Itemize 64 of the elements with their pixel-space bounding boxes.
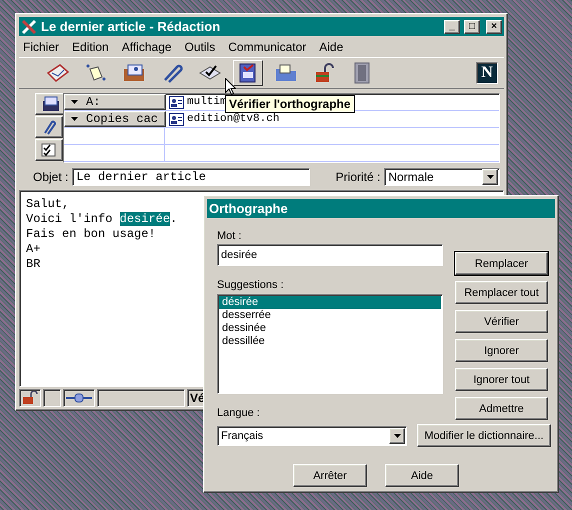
dialog-button[interactable]: Vérifier [455,310,548,333]
body-line: BR [26,257,40,272]
card-file-icon [42,96,60,112]
address-book-icon [122,63,146,83]
logo: N [476,62,498,84]
dialog-button[interactable]: Ignorer tout [455,368,548,391]
status-panel [43,389,61,407]
tooltip: Vérifier l'orthographe [225,95,355,113]
subject-field[interactable]: Le dernier article [72,168,310,186]
contact-card-icon [169,112,184,126]
priority-label: Priorité : [336,170,380,184]
word-field[interactable]: desirée [217,244,443,266]
word-label: Mot : [217,230,242,242]
menu-item[interactable]: Edition [72,40,109,54]
suggestion-item[interactable]: désirée [219,296,441,309]
suggestions-label: Suggestions : [217,279,284,291]
dialog-title: Orthographe [209,201,289,216]
caret-icon [394,434,400,438]
dialog-button[interactable]: Admettre [455,397,548,420]
checklist-icon [40,142,58,158]
field-type-dropdown[interactable]: Copies cac [64,111,166,127]
language-label: Langue : [217,407,260,419]
body-line: Voici l'info desirée. [26,212,178,227]
address-tab[interactable] [35,116,63,138]
folder-icon [274,63,298,83]
caret-icon [71,117,78,121]
menu-item[interactable]: Outils [184,40,216,54]
menu-item[interactable]: Affichage [122,40,172,54]
maximize-button[interactable]: □ [464,20,480,34]
window-title: Le dernier article - Rédaction [41,19,222,34]
toolbar-button[interactable] [233,60,263,86]
suggestion-item[interactable]: desserrée [219,309,441,322]
padlock-icon [313,63,335,83]
body-line: Fais en bon usage! [26,227,156,242]
edit-dictionary-button[interactable]: Modifier le dictionnaire... [417,424,551,447]
quote-document-icon [84,63,108,83]
suggestion-item[interactable]: dessillée [219,335,441,348]
contact-card-icon [169,96,184,108]
menu-item[interactable]: Fichier [23,40,60,54]
menu-item[interactable]: Communicator [228,40,306,54]
body-line: A+ [26,242,40,257]
menu-item[interactable]: Aide [319,40,344,54]
connection-plug-icon [66,393,92,403]
dialog-button[interactable]: Remplacer tout [455,281,548,304]
dialog-button[interactable]: Remplacer [455,252,548,275]
priority-dropdown[interactable]: Normale [384,168,500,186]
close-button[interactable]: × [486,20,502,34]
language-dropdown[interactable]: Français [217,426,407,446]
caret-icon [71,100,78,104]
paperclip-icon [42,119,56,135]
suggestion-item[interactable]: dessinée [219,322,441,335]
padlock-icon [22,391,38,405]
dialog-button[interactable]: Aide [385,464,459,487]
dialog-button[interactable]: Ignorer [455,339,548,362]
caret-icon [486,175,494,179]
recipient-address: edition@tv8.ch [187,113,280,125]
body-line: Salut, [26,197,70,212]
address-tab[interactable] [35,93,65,115]
envelope-icon [46,63,70,83]
dialog-button[interactable]: Arrêter [293,464,367,487]
minimize-button[interactable]: _ [444,20,460,34]
field-type-dropdown[interactable]: A: [64,94,166,110]
subject-label: Objet : [33,170,68,184]
address-tab[interactable] [35,139,63,161]
